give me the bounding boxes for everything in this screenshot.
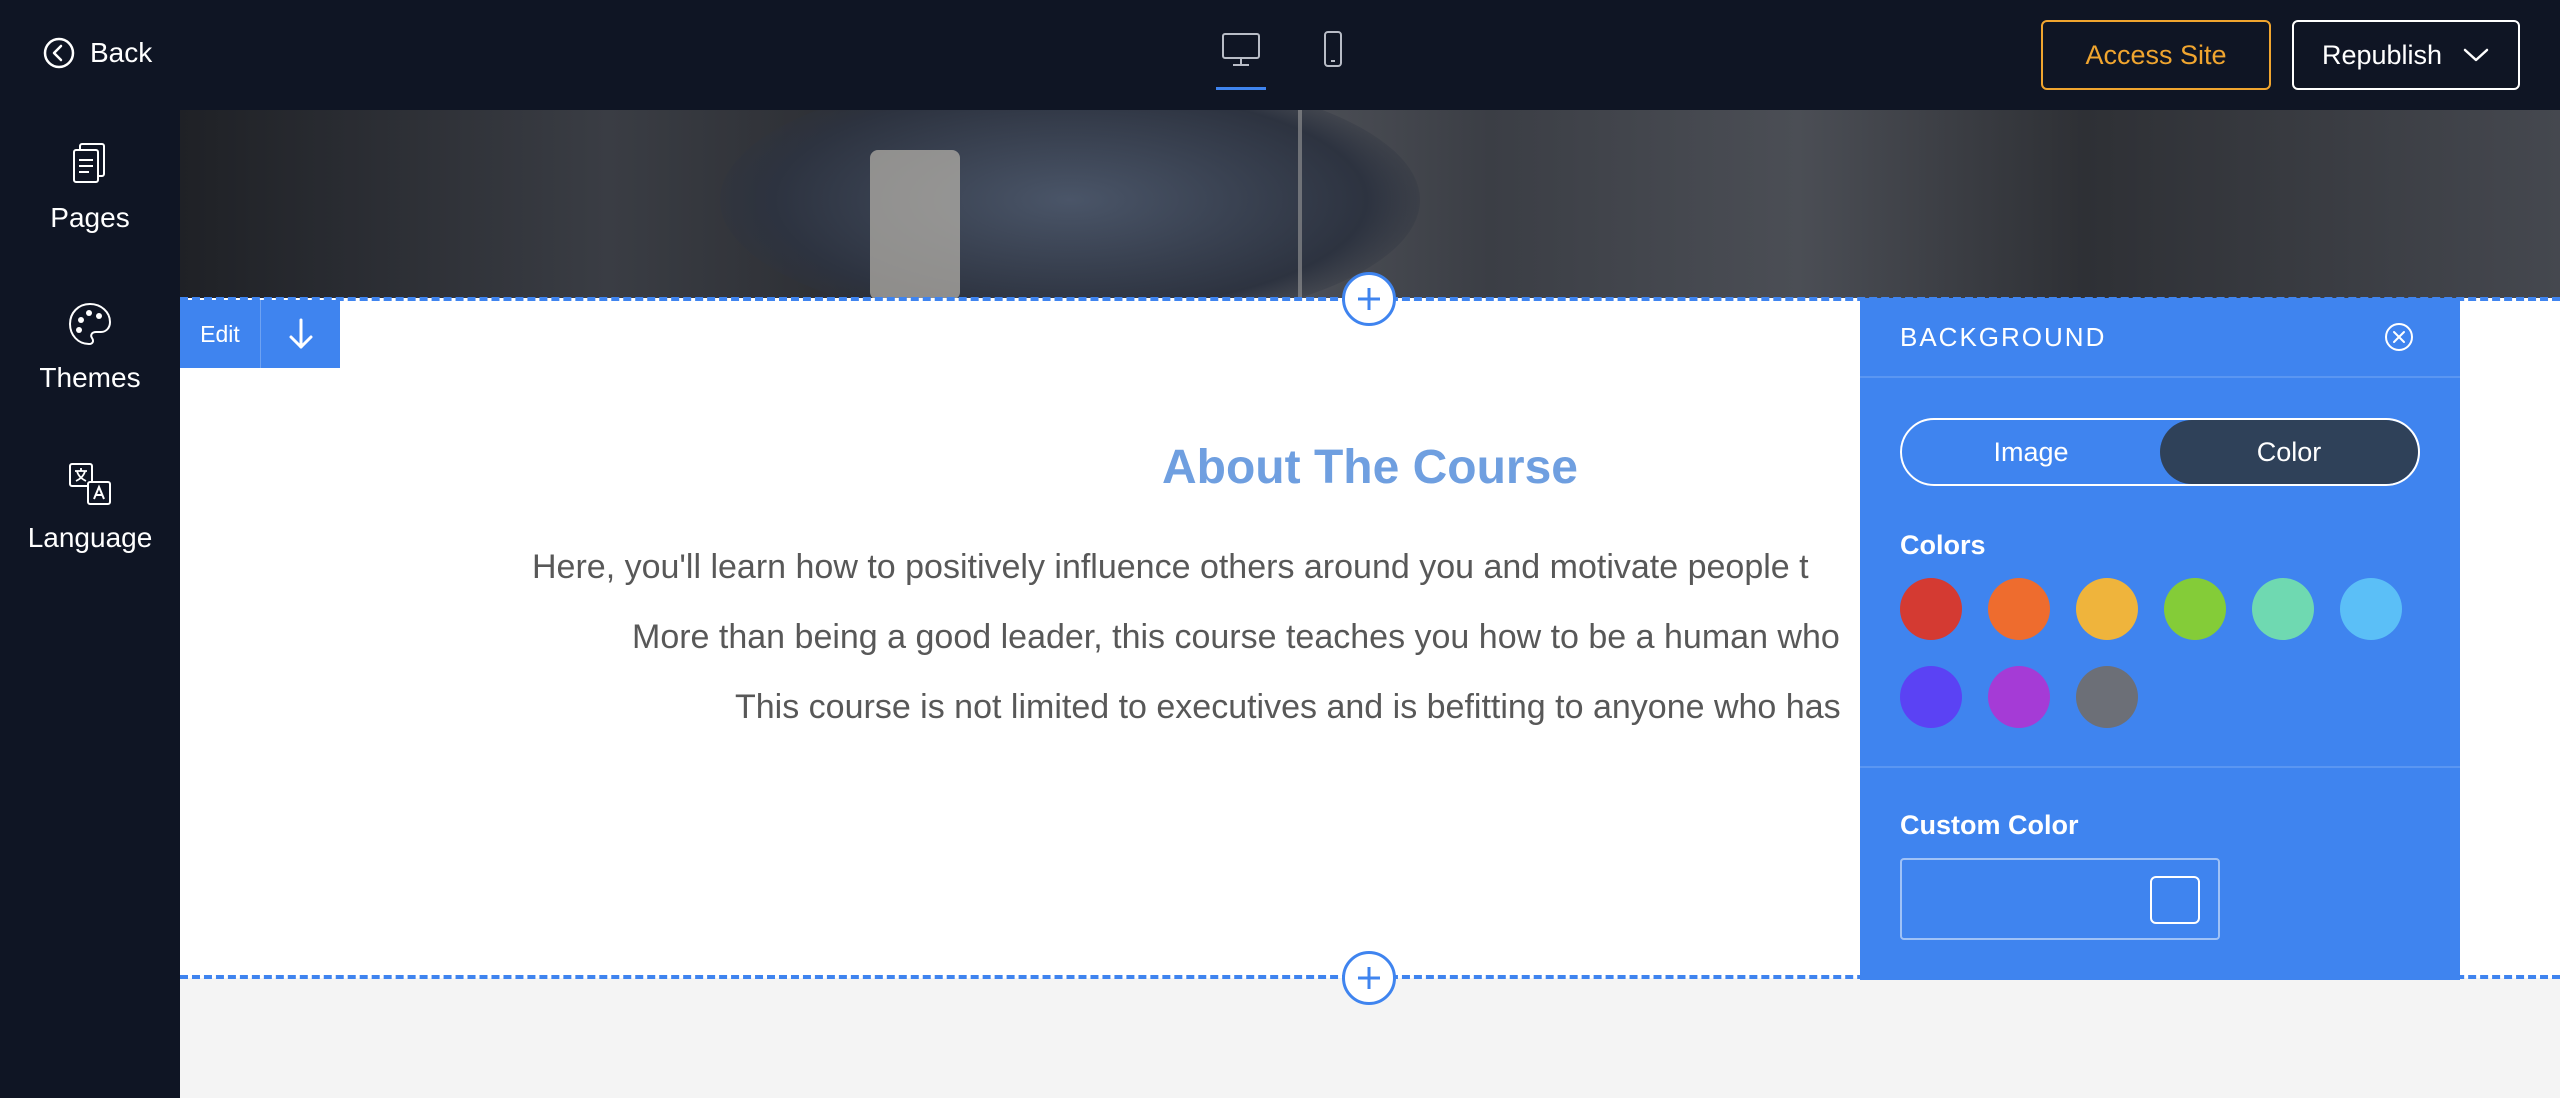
sidebar-item-themes[interactable]: Themes	[0, 300, 180, 394]
republish-label: Republish	[2321, 39, 2443, 70]
colors-label: Colors	[1900, 530, 1986, 560]
custom-color-preview[interactable]	[2150, 876, 2200, 924]
device-switch	[1216, 30, 1358, 90]
color-swatch-green[interactable]	[2164, 578, 2226, 640]
tab-color[interactable]: Color	[2160, 420, 2418, 484]
sidebar-item-label: Themes	[39, 362, 141, 393]
color-swatch-indigo[interactable]	[1900, 666, 1962, 728]
sidebar-item-label: Language	[27, 522, 153, 553]
panel-divider	[1860, 766, 2460, 768]
color-swatch-yellow[interactable]	[2076, 578, 2138, 640]
desktop-view-button[interactable]	[1216, 30, 1266, 90]
paragraph-line: Here, you'll learn how to positively inf…	[532, 548, 1809, 586]
arrow-down-icon	[289, 318, 312, 349]
color-swatch-teal[interactable]	[2252, 578, 2314, 640]
section-title: About The Course	[1162, 441, 1578, 494]
move-section-down-button[interactable]	[260, 300, 340, 368]
translate-icon	[69, 463, 111, 505]
panel-header: BACKGROUND	[1860, 298, 2460, 378]
edit-section-button[interactable]: Edit	[180, 300, 260, 368]
back-button[interactable]: Back	[42, 36, 152, 70]
back-label: Back	[90, 37, 153, 68]
access-site-button[interactable]: Access Site	[2041, 20, 2271, 90]
tab-image[interactable]: Image	[1902, 420, 2160, 484]
background-type-toggle: Image Color	[1900, 418, 2420, 486]
paragraph-line: This course is not limited to executives…	[735, 688, 1841, 726]
left-sidebar: Pages Themes Language	[0, 110, 180, 1098]
chevron-down-icon	[2463, 48, 2489, 62]
panel-title: BACKGROUND	[1900, 322, 2107, 352]
background-panel: BACKGROUND Image Color Colors Custom Col…	[1860, 298, 2460, 980]
paragraph-line: More than being a good leader, this cour…	[632, 618, 1840, 656]
top-bar: Back Access Site Republish	[0, 0, 2560, 110]
palette-icon	[68, 302, 112, 346]
plus-icon	[1358, 967, 1380, 989]
add-section-below-button[interactable]	[1342, 951, 1396, 1005]
custom-color-field[interactable]	[1900, 858, 2220, 940]
color-swatch-gray[interactable]	[2076, 666, 2138, 728]
sidebar-item-pages[interactable]: Pages	[0, 140, 180, 234]
back-circle-icon	[43, 37, 75, 69]
close-icon[interactable]	[2382, 320, 2416, 354]
republish-button[interactable]: Republish	[2292, 20, 2520, 90]
desktop-icon	[1222, 33, 1260, 66]
plus-icon	[1358, 288, 1380, 310]
hero-image	[180, 110, 2560, 298]
color-swatch-purple[interactable]	[1988, 666, 2050, 728]
pages-icon	[73, 143, 105, 183]
mobile-view-button[interactable]	[1308, 30, 1358, 90]
custom-color-label: Custom Color	[1900, 810, 2079, 840]
color-swatch-light-blue[interactable]	[2340, 578, 2402, 640]
sidebar-item-language[interactable]: Language	[0, 460, 180, 554]
sidebar-item-label: Pages	[50, 202, 130, 233]
section-toolbar: Edit	[180, 300, 340, 368]
mobile-icon	[1324, 31, 1342, 67]
color-swatch-orange[interactable]	[1988, 578, 2050, 640]
add-section-above-button[interactable]	[1342, 272, 1396, 326]
color-swatch-red[interactable]	[1900, 578, 1962, 640]
